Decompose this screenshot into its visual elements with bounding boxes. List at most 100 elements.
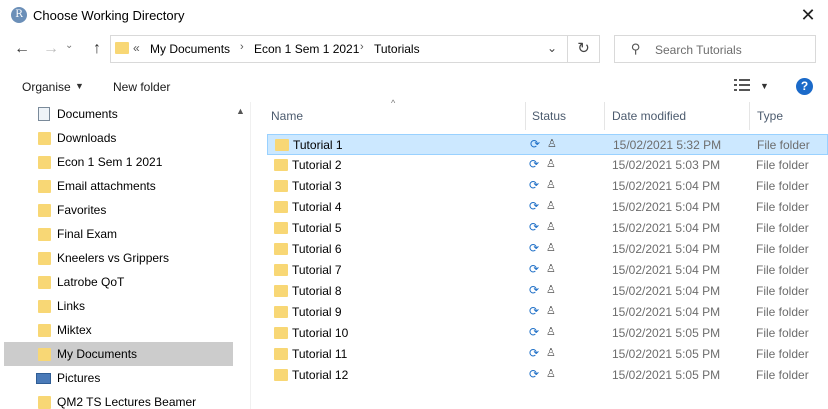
sidebar-item-econ-1-sem-1-2021[interactable]: Econ 1 Sem 1 2021 — [4, 150, 233, 174]
sync-icon: ⟳ — [530, 137, 541, 151]
date-modified: 15/02/2021 5:05 PM — [612, 326, 721, 340]
breadcrumb-separator-icon[interactable]: › — [360, 41, 364, 53]
overflow-chevron-icon[interactable]: « — [133, 41, 140, 55]
column-divider[interactable] — [604, 102, 605, 130]
sidebar-item-label: My Documents — [57, 347, 138, 361]
sidebar-item-label: Miktex — [57, 323, 92, 337]
file-type: File folder — [756, 284, 809, 298]
file-row[interactable]: Tutorial 11 ⟳ ♙ 15/02/2021 5:05 PM File … — [267, 344, 828, 365]
view-options-icon[interactable] — [734, 78, 750, 92]
folder-icon — [275, 139, 289, 151]
sidebar-item-qm2-ts-lectures-beamer[interactable]: QM2 TS Lectures Beamer — [4, 390, 233, 409]
person-icon: ♙ — [546, 284, 556, 296]
address-dropdown-icon[interactable]: ⌄ — [547, 41, 557, 55]
sync-icon: ⟳ — [529, 367, 540, 381]
file-row[interactable]: Tutorial 9 ⟳ ♙ 15/02/2021 5:04 PM File f… — [267, 302, 828, 323]
r-app-icon: R — [11, 7, 27, 23]
file-type: File folder — [756, 221, 809, 235]
breadcrumb-separator-icon[interactable]: › — [240, 41, 244, 53]
person-icon: ♙ — [546, 158, 556, 170]
file-row[interactable]: Tutorial 10 ⟳ ♙ 15/02/2021 5:05 PM File … — [267, 323, 828, 344]
sidebar-item-downloads[interactable]: Downloads — [4, 126, 233, 150]
file-row[interactable]: Tutorial 2 ⟳ ♙ 15/02/2021 5:03 PM File f… — [267, 155, 828, 176]
navigation-pane[interactable]: Documents Downloads Econ 1 Sem 1 2021 Em… — [0, 102, 250, 409]
sidebar-item-pictures[interactable]: Pictures — [4, 366, 233, 390]
person-icon: ♙ — [546, 242, 556, 254]
file-type: File folder — [757, 138, 810, 152]
file-name: Tutorial 5 — [292, 221, 342, 235]
column-header-type[interactable]: Type — [757, 109, 783, 123]
column-header-name[interactable]: Name — [271, 109, 303, 123]
document-icon — [38, 107, 50, 121]
person-icon: ♙ — [546, 179, 556, 191]
pane-divider[interactable] — [250, 102, 251, 409]
file-type: File folder — [756, 158, 809, 172]
back-button[interactable]: ← — [11, 37, 33, 61]
sidebar-item-my-documents[interactable]: My Documents — [4, 342, 233, 366]
sidebar-item-label: Links — [57, 299, 86, 313]
sidebar-item-label: Documents — [57, 107, 118, 121]
file-row[interactable]: Tutorial 6 ⟳ ♙ 15/02/2021 5:04 PM File f… — [267, 239, 828, 260]
sidebar-item-favorites[interactable]: Favorites — [4, 198, 233, 222]
organise-button[interactable]: Organise — [22, 80, 71, 94]
folder-icon — [38, 156, 51, 169]
help-icon[interactable]: ? — [796, 78, 813, 95]
refresh-button[interactable]: ↻ — [568, 35, 600, 63]
file-name: Tutorial 10 — [292, 326, 349, 340]
person-icon: ♙ — [546, 368, 556, 380]
folder-icon — [274, 222, 288, 234]
sidebar-item-latrobe-qot[interactable]: Latrobe QoT — [4, 270, 233, 294]
file-row[interactable]: Tutorial 12 ⟳ ♙ 15/02/2021 5:05 PM File … — [267, 365, 828, 386]
up-button[interactable]: ↑ — [86, 37, 108, 61]
column-divider[interactable] — [525, 102, 526, 130]
sidebar-item-documents[interactable]: Documents — [4, 102, 233, 126]
new-folder-button[interactable]: New folder — [113, 80, 170, 94]
search-box[interactable]: ⚲ Search Tutorials — [614, 35, 816, 63]
recent-locations-caret-icon[interactable]: ⌄ — [65, 40, 73, 51]
sidebar-item-email-attachments[interactable]: Email attachments — [4, 174, 233, 198]
file-row[interactable]: Tutorial 3 ⟳ ♙ 15/02/2021 5:04 PM File f… — [267, 176, 828, 197]
column-header-status[interactable]: Status — [532, 109, 566, 123]
sync-icon: ⟳ — [529, 199, 540, 213]
sidebar-item-miktex[interactable]: Miktex — [4, 318, 233, 342]
folder-icon — [274, 348, 288, 360]
file-row[interactable]: Tutorial 4 ⟳ ♙ 15/02/2021 5:04 PM File f… — [267, 197, 828, 218]
breadcrumb-tutorials[interactable]: Tutorials — [374, 42, 420, 56]
date-modified: 15/02/2021 5:04 PM — [612, 263, 721, 277]
sidebar-item-label: Kneelers vs Grippers — [57, 251, 170, 265]
sidebar-item-final-exam[interactable]: Final Exam — [4, 222, 233, 246]
forward-button[interactable]: → — [40, 37, 62, 61]
search-icon: ⚲ — [631, 41, 641, 56]
sync-icon: ⟳ — [529, 241, 540, 255]
column-divider[interactable] — [749, 102, 750, 130]
folder-icon — [115, 42, 129, 54]
sidebar-item-label: Email attachments — [57, 179, 156, 193]
folder-icon — [38, 276, 51, 289]
sidebar-item-label: Latrobe QoT — [57, 275, 125, 289]
breadcrumb-econ-1-sem-1-2021[interactable]: Econ 1 Sem 1 2021 — [254, 42, 359, 56]
window-title: Choose Working Directory — [33, 8, 185, 23]
breadcrumb-my-documents[interactable]: My Documents — [150, 42, 230, 56]
sidebar-item-links[interactable]: Links — [4, 294, 233, 318]
sidebar-item-label: QM2 TS Lectures Beamer — [57, 395, 197, 409]
organise-caret-icon[interactable]: ▼ — [75, 81, 84, 91]
address-bar[interactable]: « My Documents › Econ 1 Sem 1 2021 › Tut… — [110, 35, 568, 63]
date-modified: 15/02/2021 5:05 PM — [612, 368, 721, 382]
sidebar-item-kneelers-vs-grippers[interactable]: Kneelers vs Grippers — [4, 246, 233, 270]
folder-icon — [38, 252, 51, 265]
sync-icon: ⟳ — [529, 178, 540, 192]
file-row[interactable]: Tutorial 5 ⟳ ♙ 15/02/2021 5:04 PM File f… — [267, 218, 828, 239]
person-icon: ♙ — [546, 200, 556, 212]
pictures-icon — [36, 373, 51, 384]
search-input[interactable]: Search Tutorials — [655, 43, 742, 57]
file-row[interactable]: Tutorial 7 ⟳ ♙ 15/02/2021 5:04 PM File f… — [267, 260, 828, 281]
file-name: Tutorial 7 — [292, 263, 342, 277]
close-button[interactable]: ✕ — [796, 4, 820, 26]
file-row[interactable]: Tutorial 1 ⟳ ♙ 15/02/2021 5:32 PM File f… — [267, 134, 828, 155]
column-header-date-modified[interactable]: Date modified — [612, 109, 686, 123]
view-caret-icon[interactable]: ▼ — [760, 81, 769, 91]
sync-icon: ⟳ — [529, 346, 540, 360]
file-row[interactable]: Tutorial 8 ⟳ ♙ 15/02/2021 5:04 PM File f… — [267, 281, 828, 302]
scroll-up-arrow-icon[interactable]: ▲ — [236, 106, 245, 116]
date-modified: 15/02/2021 5:32 PM — [613, 138, 722, 152]
